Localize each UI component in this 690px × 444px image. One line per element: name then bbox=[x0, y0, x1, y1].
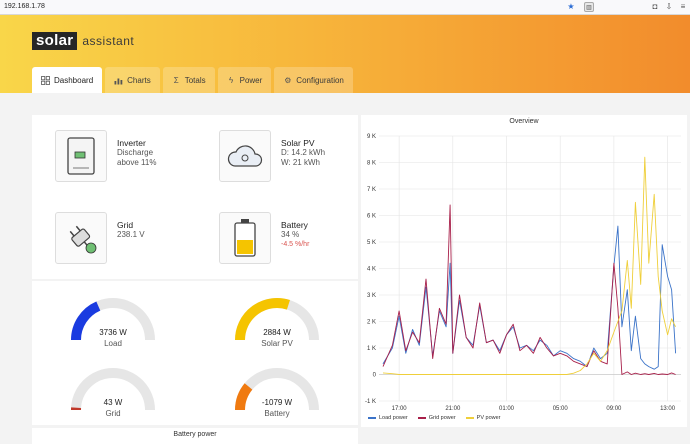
load-label: Load bbox=[104, 339, 122, 348]
tab-totals[interactable]: Σ Totals bbox=[162, 67, 215, 93]
legend-grid[interactable]: Grid power bbox=[417, 415, 456, 421]
battery-card[interactable]: Battery 34 % -4.5 %/hr bbox=[219, 212, 309, 264]
y-tick-label: 0 bbox=[373, 373, 377, 379]
logo-box: solar bbox=[32, 32, 78, 50]
y-tick-label: 1 K bbox=[367, 346, 376, 352]
solar-value: 2884 W bbox=[263, 328, 291, 337]
battery-icon bbox=[219, 212, 271, 264]
grid-voltage: 238.1 V bbox=[117, 230, 145, 239]
legend-pv[interactable]: PV power bbox=[465, 415, 501, 421]
y-tick-label: 8 K bbox=[367, 161, 376, 167]
app-header: solar assistant Dashboard Charts Σ Total… bbox=[0, 15, 690, 93]
y-tick-label: 2 K bbox=[367, 320, 376, 326]
battery-power-panel: Battery power bbox=[32, 428, 358, 444]
solar-title: Solar PV bbox=[281, 138, 315, 148]
gauges-panel: 3736 W Load 2884 W Solar PV 43 W Grid -1… bbox=[32, 281, 358, 425]
dashboard-icon bbox=[41, 75, 50, 85]
y-tick-label: 6 K bbox=[367, 214, 376, 220]
x-tick-label: 21:00 bbox=[445, 406, 461, 412]
x-tick-label: 13:00 bbox=[660, 406, 676, 412]
tab-configuration[interactable]: ⚙ Configuration bbox=[274, 67, 353, 93]
x-tick-label: 17:00 bbox=[392, 406, 408, 412]
inverter-mode: Discharge bbox=[117, 148, 154, 157]
logo-text: assistant bbox=[82, 34, 135, 48]
overview-chart[interactable]: 9 K 8 K 7 K 6 K 5 K 4 K 3 K 2 K 1 K 0 -1 K 17:00 21:… bbox=[361, 115, 687, 415]
grid-value: 43 W bbox=[103, 398, 123, 407]
series-line-2[interactable] bbox=[382, 156, 677, 375]
inverter-card[interactable]: Inverter Discharge above 11% bbox=[55, 130, 156, 182]
bar-chart-icon bbox=[114, 76, 123, 85]
x-tick-label: 05:00 bbox=[553, 406, 569, 412]
tab-label: Power bbox=[239, 75, 263, 85]
reader-view-icon[interactable]: ▥ bbox=[584, 2, 594, 12]
browser-toolbar: 192.168.1.78 ★ ▥ ◘ ⇩ ≡ bbox=[0, 0, 690, 15]
x-tick-label: 09:00 bbox=[606, 406, 622, 412]
bookmark-star-icon[interactable]: ★ bbox=[566, 2, 576, 12]
status-cards-panel: Inverter Discharge above 11% Solar PV D:… bbox=[32, 115, 358, 279]
tab-charts[interactable]: Charts bbox=[105, 67, 160, 93]
battery-value: -1079 W bbox=[261, 398, 293, 407]
y-tick-label: 3 K bbox=[367, 293, 376, 299]
inverter-icon bbox=[55, 130, 107, 182]
tab-label: Dashboard bbox=[54, 75, 94, 85]
y-tick-label: -1 K bbox=[365, 399, 376, 405]
downloads-icon[interactable]: ⇩ bbox=[664, 2, 674, 12]
nav-tabs: Dashboard Charts Σ Totals ϟ Power ⚙ Conf… bbox=[32, 67, 353, 93]
grid-plug-icon bbox=[55, 212, 107, 264]
battery-label: Battery bbox=[264, 409, 290, 418]
chart-legend: Load power Grid power PV power bbox=[368, 415, 501, 421]
load-value: 3736 W bbox=[99, 328, 127, 337]
lightning-icon: ϟ bbox=[228, 75, 234, 85]
tab-label: Configuration bbox=[296, 75, 344, 85]
solar-daily: D: 14.2 kWh bbox=[281, 148, 326, 157]
tab-label: Charts bbox=[127, 75, 151, 85]
battery-soc: 34 % bbox=[281, 230, 300, 239]
battery-title: Battery bbox=[281, 220, 308, 230]
battery-rate: -4.5 %/hr bbox=[281, 241, 310, 248]
legend-load[interactable]: Load power bbox=[368, 415, 408, 421]
gear-icon: ⚙ bbox=[284, 75, 292, 85]
legend-label: PV power bbox=[476, 415, 501, 421]
grid-gauge[interactable]: 43 W Grid bbox=[68, 365, 158, 425]
solar-label: Solar PV bbox=[261, 339, 293, 348]
inverter-threshold: above 11% bbox=[117, 158, 157, 167]
y-tick-label: 5 K bbox=[367, 240, 376, 246]
cloud-sun-icon bbox=[219, 130, 271, 182]
logo[interactable]: solar assistant bbox=[32, 32, 134, 50]
legend-label: Load power bbox=[379, 415, 408, 421]
solar-weekly: W: 21 kWh bbox=[281, 158, 320, 167]
solar-gauge[interactable]: 2884 W Solar PV bbox=[232, 295, 322, 355]
tab-power[interactable]: ϟ Power bbox=[217, 67, 272, 93]
legend-label: Grid power bbox=[428, 415, 456, 421]
x-tick-label: 01:00 bbox=[499, 406, 515, 412]
grid-title: Grid bbox=[117, 220, 134, 230]
battery-power-title: Battery power bbox=[173, 431, 217, 438]
tab-label: Totals bbox=[184, 75, 206, 85]
y-tick-label: 7 K bbox=[367, 187, 376, 193]
solar-card[interactable]: Solar PV D: 14.2 kWh W: 21 kWh bbox=[219, 130, 325, 182]
sigma-icon: Σ bbox=[173, 75, 179, 85]
overview-chart-panel: Overview 9 K8 K7 K6 K5 K4 K3 K2 K1 K 0 -1 … bbox=[361, 115, 687, 427]
load-gauge[interactable]: 3736 W Load bbox=[68, 295, 158, 355]
grid-label: Grid bbox=[105, 409, 121, 418]
battery-gauge[interactable]: -1079 W Battery bbox=[232, 365, 322, 425]
y-tick-label: 4 K bbox=[367, 267, 376, 273]
url-bar[interactable]: 192.168.1.78 bbox=[4, 3, 45, 10]
y-tick-label: 9 K bbox=[367, 134, 376, 140]
pocket-icon[interactable]: ◘ bbox=[650, 2, 660, 12]
menu-icon[interactable]: ≡ bbox=[678, 2, 688, 12]
tab-dashboard[interactable]: Dashboard bbox=[32, 67, 103, 93]
grid-card[interactable]: Grid 238.1 V bbox=[55, 212, 145, 264]
inverter-title: Inverter bbox=[117, 138, 146, 148]
